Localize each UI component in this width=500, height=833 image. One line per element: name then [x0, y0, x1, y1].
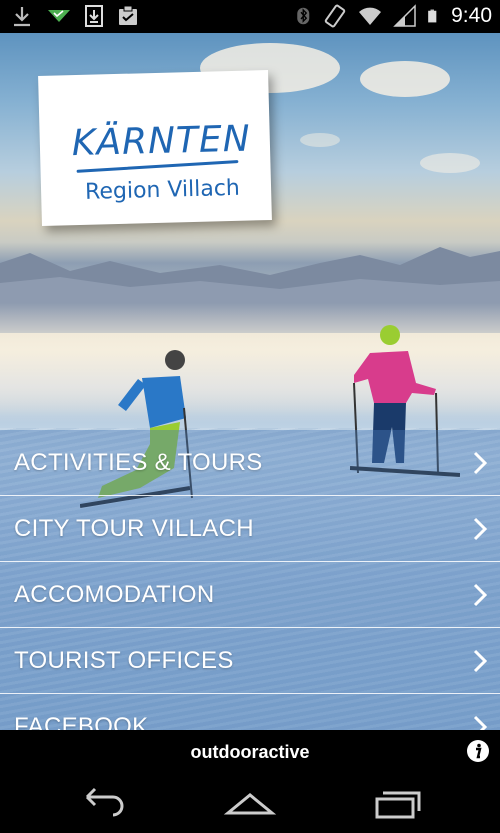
menu-item-city-tour-villach[interactable]: CITY TOUR VILLACH	[0, 496, 500, 562]
hero-image: KÄRNTEN Region Villach ACTIVITIES & TOUR…	[0, 33, 500, 730]
chevron-right-icon	[473, 715, 488, 730]
notification-icons	[10, 4, 140, 28]
menu-item-facebook[interactable]: FACEBOOK	[0, 694, 500, 730]
menu-item-tourist-offices[interactable]: TOURIST OFFICES	[0, 628, 500, 694]
navigation-bar	[0, 773, 500, 833]
clipboard-icon	[119, 5, 137, 25]
menu-item-label: TOURIST OFFICES	[14, 647, 234, 674]
cell-signal-icon	[393, 4, 416, 27]
download-box-icon	[85, 5, 103, 27]
chevron-right-icon	[473, 649, 488, 673]
info-icon[interactable]	[466, 739, 490, 763]
menu-item-label: ACCOMODATION	[14, 581, 215, 608]
logo-subtitle: Region Villach	[84, 175, 241, 205]
download-icon	[14, 7, 30, 27]
menu-item-accomodation[interactable]: ACCOMODATION	[0, 562, 500, 628]
menu-item-label: ACTIVITIES & TOURS	[14, 449, 263, 476]
clock: 9:40	[451, 4, 492, 27]
wifi-icon	[359, 7, 382, 25]
chevron-right-icon	[473, 583, 488, 607]
main-menu: ACTIVITIES & TOURS CITY TOUR VILLACH ACC…	[0, 430, 500, 730]
logo-title: KÄRNTEN	[71, 118, 252, 165]
cloud	[360, 61, 450, 97]
cloud	[300, 133, 340, 147]
recents-icon[interactable]	[367, 785, 427, 821]
rotate-icon	[324, 4, 346, 28]
footer-brand: outdooractive	[190, 742, 310, 762]
home-icon[interactable]	[220, 785, 280, 821]
cloud	[420, 153, 480, 173]
chevron-right-icon	[473, 517, 488, 541]
status-bar: 9:40	[0, 0, 500, 33]
logo-card: KÄRNTEN Region Villach	[38, 70, 272, 226]
menu-item-activities-tours[interactable]: ACTIVITIES & TOURS	[0, 430, 500, 496]
back-icon[interactable]	[75, 785, 135, 821]
chevron-right-icon	[473, 451, 488, 475]
footer-bar: outdooractive	[0, 730, 500, 773]
battery-icon	[428, 9, 437, 23]
signal-check-icon	[48, 10, 70, 22]
system-icons: 9:40	[295, 4, 492, 28]
menu-item-label: FACEBOOK	[14, 713, 149, 730]
bluetooth-icon	[297, 7, 310, 25]
menu-item-label: CITY TOUR VILLACH	[14, 515, 254, 542]
